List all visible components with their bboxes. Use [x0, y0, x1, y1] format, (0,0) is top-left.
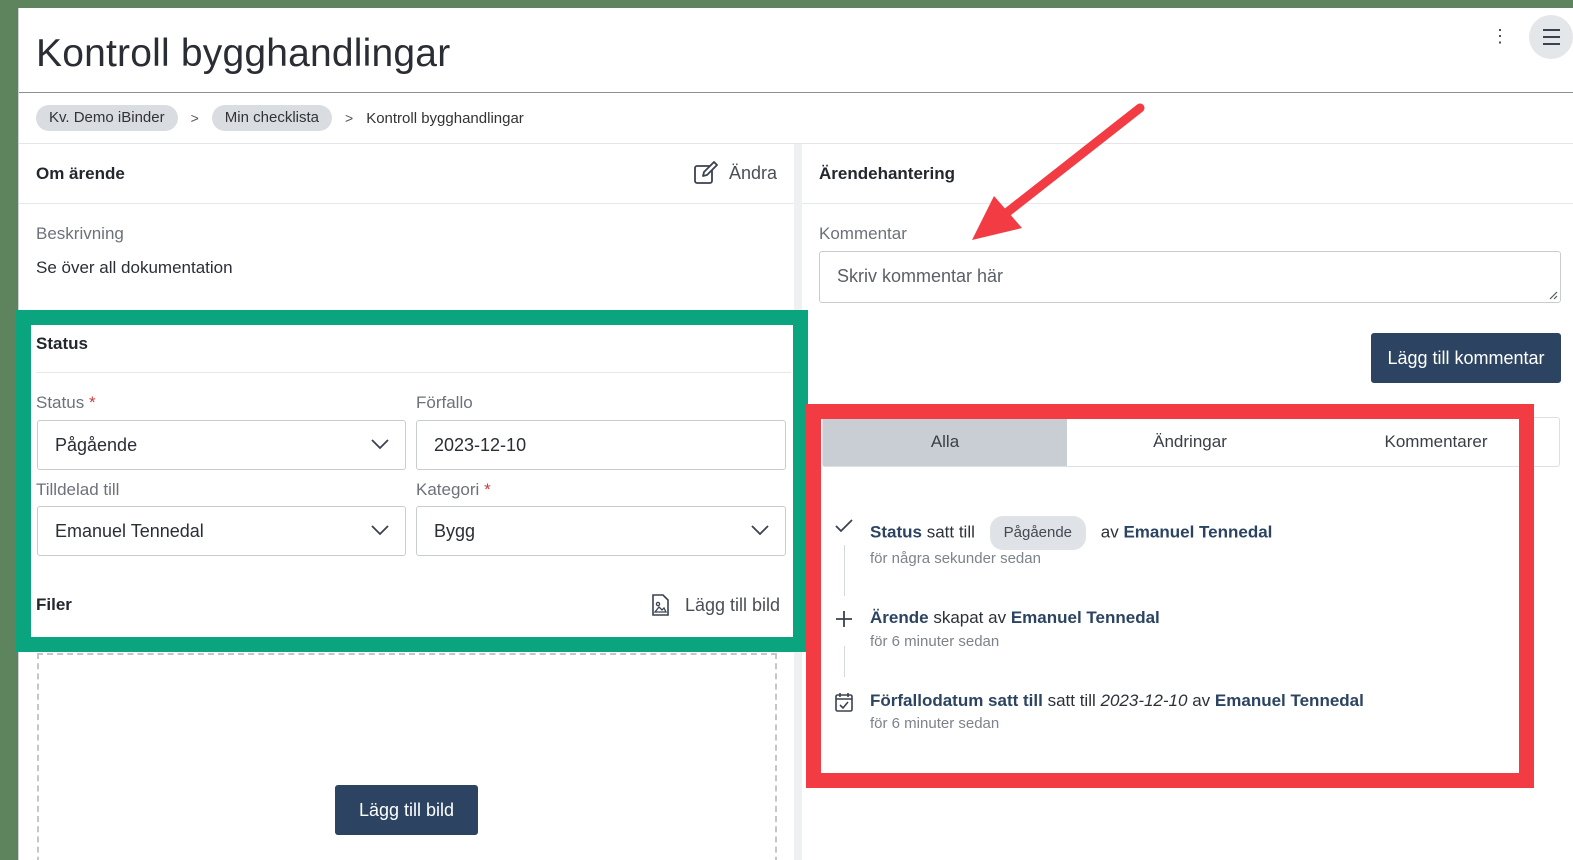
chevron-down-icon [751, 525, 769, 536]
comment-label: Kommentar [819, 224, 907, 243]
category-label-text: Kategori [416, 480, 480, 499]
activity-user[interactable]: Emanuel Tennedal [1123, 522, 1272, 541]
description-label: Beskrivning [36, 224, 124, 243]
chevron-down-icon [371, 525, 389, 536]
breadcrumb: Kv. Demo iBinder > Min checklista > Kont… [36, 105, 524, 131]
breadcrumb-separator-icon: > [345, 110, 354, 126]
description-value: Se över all dokumentation [36, 258, 233, 277]
column-divider [794, 144, 802, 860]
edit-button[interactable]: Ändra [693, 161, 777, 185]
activity-time: för 6 minuter sedan [870, 715, 1000, 732]
activity-item: Ärende skapat av Emanuel Tennedal [870, 608, 1160, 628]
plus-icon [836, 611, 852, 627]
category-field-label: Kategori * [416, 480, 491, 500]
breadcrumb-separator-icon: > [190, 110, 199, 126]
divider [19, 203, 794, 204]
page-title: Kontroll bygghandlingar [36, 32, 451, 75]
activity-time: för 6 minuter sedan [870, 633, 1000, 650]
activity-user[interactable]: Emanuel Tennedal [1011, 608, 1160, 627]
add-image-button[interactable]: Lägg till bild [335, 785, 478, 835]
add-image-link-label: Lägg till bild [685, 594, 781, 615]
due-date-value: 2023-12-10 [434, 434, 527, 455]
activity-subject: Förfallodatum satt till [870, 691, 1043, 710]
files-heading: Filer [36, 595, 72, 614]
due-label: Förfallo [416, 393, 473, 412]
comment-textarea[interactable]: Skriv kommentar här [819, 251, 1561, 303]
edit-icon [694, 161, 718, 184]
activity-subject: Status [870, 522, 922, 542]
hamburger-menu-icon[interactable] [1529, 15, 1573, 59]
breadcrumb-item-checklist[interactable]: Min checklista [211, 105, 332, 131]
category-select[interactable]: Bygg [416, 506, 786, 556]
activity-time: för några sekunder sedan [870, 550, 1041, 567]
timeline-line [844, 545, 845, 596]
required-mark: * [484, 480, 491, 499]
assigned-label: Tilldelad till [36, 480, 120, 499]
more-options-icon[interactable]: ⋮ [1491, 26, 1509, 46]
status-field-label: Status * [36, 393, 96, 413]
tab-changes[interactable]: Ändringar [1067, 418, 1313, 466]
page-header: Kontroll bygghandlingar ⋮ [19, 8, 1573, 93]
assigned-select-value: Emanuel Tennedal [55, 520, 204, 541]
about-heading: Om ärende [36, 164, 125, 183]
divider [802, 203, 1573, 204]
timeline-line [844, 646, 845, 677]
add-image-link[interactable]: Lägg till bild [651, 594, 780, 616]
activity-item: Status satt till Pågående av Emanuel Ten… [870, 516, 1272, 550]
activity-item: Förfallodatum satt till satt till 2023-1… [870, 691, 1364, 711]
assigned-select[interactable]: Emanuel Tennedal [37, 506, 406, 556]
edit-label: Ändra [729, 162, 778, 183]
case-handling-heading: Ärendehantering [819, 164, 956, 183]
status-heading: Status [36, 334, 88, 353]
comment-placeholder: Skriv kommentar här [837, 266, 1004, 286]
resize-grip-icon[interactable] [1548, 290, 1558, 300]
chevron-down-icon [371, 439, 389, 450]
activity-by: av [1192, 691, 1211, 710]
tab-all[interactable]: Alla [823, 418, 1067, 466]
activity-verb: satt till [1047, 691, 1096, 710]
status-select-value: Pågående [55, 434, 138, 455]
activity-verb: skapat av [933, 608, 1007, 627]
status-badge: Pågående [989, 516, 1087, 550]
activity-value: 2023-12-10 [1100, 691, 1188, 710]
tab-comments[interactable]: Kommentarer [1313, 418, 1559, 466]
activity-tabs: Alla Ändringar Kommentarer [822, 417, 1560, 467]
activity-by: av [1100, 522, 1119, 542]
breadcrumb-item-project[interactable]: Kv. Demo iBinder [36, 105, 178, 131]
activity-subject: Ärende [870, 608, 929, 627]
check-icon [835, 519, 853, 533]
due-date-input[interactable]: 2023-12-10 [416, 420, 786, 470]
activity-user[interactable]: Emanuel Tennedal [1215, 691, 1364, 710]
required-mark: * [88, 393, 96, 412]
status-select[interactable]: Pågående [37, 420, 406, 470]
divider [36, 372, 791, 373]
app-window: Kontroll bygghandlingar ⋮ Kv. Demo iBind… [18, 8, 1573, 860]
add-comment-button[interactable]: Lägg till kommentar [1371, 333, 1561, 383]
status-label-text: Status [36, 393, 85, 412]
calendar-check-icon [835, 693, 853, 712]
image-file-icon [652, 594, 669, 616]
activity-verb: satt till [926, 522, 975, 542]
category-select-value: Bygg [434, 520, 476, 541]
breadcrumb-current: Kontroll bygghandlingar [366, 109, 524, 127]
